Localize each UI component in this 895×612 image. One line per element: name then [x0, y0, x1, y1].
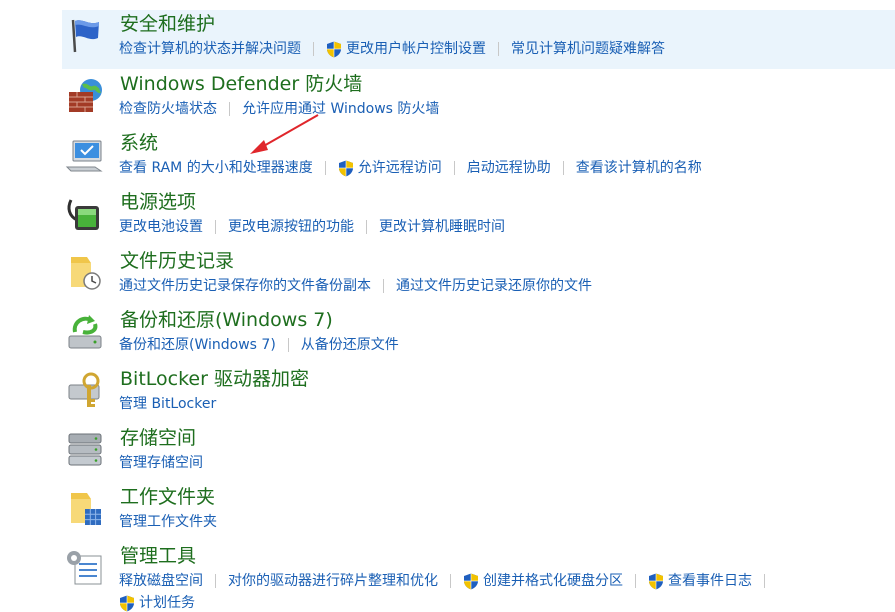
link-divider — [764, 574, 765, 588]
category-links: 管理 BitLocker — [119, 395, 216, 413]
link-divider — [229, 102, 230, 116]
link-check-firewall-status[interactable]: 检查防火墙状态 — [119, 100, 217, 118]
category-title[interactable]: 文件历史记录 — [120, 249, 234, 273]
uac-shield-icon — [463, 573, 479, 590]
admin-tools-icon — [67, 551, 102, 585]
category-title[interactable]: 备份和还原(Windows 7) — [120, 308, 333, 332]
category-links: 管理工作文件夹 — [119, 513, 217, 531]
link-launch-remote-assistance[interactable]: 启动远程协助 — [467, 159, 551, 177]
link-troubleshooting[interactable]: 常见计算机问题疑难解答 — [511, 40, 665, 58]
link-divider — [562, 161, 564, 175]
category-title[interactable]: 电源选项 — [120, 190, 196, 214]
link-create-format-partitions[interactable]: 创建并格式化硬盘分区 — [463, 572, 623, 590]
category-links-wrapped: 计划任务 — [119, 594, 195, 612]
link-manage-bitlocker[interactable]: 管理 BitLocker — [119, 395, 216, 413]
uac-shield-icon — [326, 41, 342, 58]
security-maintenance-flag-icon — [71, 19, 99, 53]
category-links: 检查计算机的状态并解决问题 更改用户帐户控制设置 常见计算机问题疑难解答 — [119, 40, 665, 58]
link-allow-remote-access[interactable]: 允许远程访问 — [338, 159, 442, 177]
link-allow-app-firewall[interactable]: 允许应用通过 Windows 防火墙 — [242, 100, 439, 118]
link-change-uac-settings[interactable]: 更改用户帐户控制设置 — [326, 40, 486, 58]
link-divider — [287, 338, 289, 352]
link-manage-storage-spaces[interactable]: 管理存储空间 — [119, 454, 203, 472]
link-manage-work-folders[interactable]: 管理工作文件夹 — [119, 513, 217, 531]
category-title[interactable]: BitLocker 驱动器加密 — [120, 367, 309, 391]
link-label: 计划任务 — [139, 595, 195, 611]
link-label: 查看事件日志 — [668, 573, 752, 589]
category-power-options: 电源选项 更改电池设置 更改电源按钮的功能 更改计算机睡眠时间 — [62, 188, 895, 247]
link-restore-from-backup[interactable]: 从备份还原文件 — [301, 336, 399, 354]
link-view-computer-name[interactable]: 查看该计算机的名称 — [576, 159, 702, 177]
category-title[interactable]: 管理工具 — [120, 544, 196, 568]
link-divider — [450, 574, 451, 588]
backup-restore-drive-icon — [68, 315, 102, 349]
control-panel-system-and-security: { "items": [ {"title": "安全和维护", "links":… — [0, 0, 895, 611]
category-title[interactable]: 系统 — [120, 131, 158, 155]
link-free-disk-space[interactable]: 释放磁盘空间 — [119, 572, 203, 590]
category-links: 释放磁盘空间 对你的驱动器进行碎片整理和优化 创建并格式化硬盘分区 查看事件日志 — [119, 572, 777, 590]
link-view-event-logs[interactable]: 查看事件日志 — [648, 572, 752, 590]
category-bitlocker: BitLocker 驱动器加密 管理 BitLocker — [62, 365, 895, 424]
category-title[interactable]: Windows Defender 防火墙 — [120, 72, 362, 96]
link-save-backup-copies[interactable]: 通过文件历史记录保存你的文件备份副本 — [119, 277, 371, 295]
link-change-sleep-time[interactable]: 更改计算机睡眠时间 — [379, 218, 505, 236]
category-links: 查看 RAM 的大小和处理器速度 允许远程访问 启动远程协助 查看该计算机的名称 — [119, 159, 702, 177]
category-links: 通过文件历史记录保存你的文件备份副本 通过文件历史记录还原你的文件 — [119, 277, 592, 295]
link-divider — [215, 220, 216, 234]
category-system: 系统 查看 RAM 的大小和处理器速度 允许远程访问 启动远程协助 查看该计算机… — [62, 129, 895, 188]
link-divider — [324, 161, 326, 175]
category-links: 检查防火墙状态 允许应用通过 Windows 防火墙 — [119, 100, 439, 118]
work-folders-icon — [71, 493, 101, 525]
link-divider — [215, 574, 216, 588]
link-view-ram-processor[interactable]: 查看 RAM 的大小和处理器速度 — [119, 159, 313, 177]
link-backup-restore-win7[interactable]: 备份和还原(Windows 7) — [119, 336, 276, 354]
link-restore-files[interactable]: 通过文件历史记录还原你的文件 — [396, 277, 592, 295]
link-label: 创建并格式化硬盘分区 — [483, 573, 623, 589]
link-schedule-tasks[interactable]: 计划任务 — [119, 594, 195, 612]
category-links: 备份和还原(Windows 7) 从备份还原文件 — [119, 336, 399, 354]
link-change-power-buttons[interactable]: 更改电源按钮的功能 — [228, 218, 354, 236]
uac-shield-icon — [648, 573, 664, 590]
category-admin-tools: 管理工具 释放磁盘空间 对你的驱动器进行碎片整理和优化 创建并格式化硬盘分区 查… — [62, 542, 895, 611]
category-title[interactable]: 工作文件夹 — [120, 485, 215, 509]
link-divider — [635, 574, 636, 588]
link-defragment-optimize[interactable]: 对你的驱动器进行碎片整理和优化 — [228, 572, 438, 590]
category-security-maintenance: 安全和维护 检查计算机的状态并解决问题 更改用户帐户控制设置 常见计算机问题疑难… — [62, 10, 895, 69]
link-label: 更改用户帐户控制设置 — [346, 41, 486, 57]
category-storage-spaces: 存储空间 管理存储空间 — [62, 424, 895, 483]
link-label: 允许远程访问 — [357, 160, 442, 176]
category-title[interactable]: 安全和维护 — [120, 12, 215, 36]
link-change-battery-settings[interactable]: 更改电池设置 — [119, 218, 203, 236]
file-history-folder-clock-icon — [71, 257, 101, 290]
system-monitor-icon — [65, 140, 103, 172]
category-file-history: 文件历史记录 通过文件历史记录保存你的文件备份副本 通过文件历史记录还原你的文件 — [62, 247, 895, 306]
link-divider — [313, 42, 314, 56]
category-links: 更改电池设置 更改电源按钮的功能 更改计算机睡眠时间 — [119, 218, 505, 236]
category-work-folders: 工作文件夹 管理工作文件夹 — [62, 483, 895, 542]
uac-shield-icon — [119, 595, 135, 612]
firewall-brick-globe-icon — [69, 79, 102, 112]
power-battery-icon — [67, 199, 99, 230]
link-check-computer-status[interactable]: 检查计算机的状态并解决问题 — [119, 40, 301, 58]
bitlocker-drive-key-icon — [68, 372, 100, 407]
link-divider — [498, 42, 499, 56]
category-title[interactable]: 存储空间 — [120, 426, 196, 450]
link-divider — [383, 279, 384, 293]
link-divider — [453, 161, 455, 175]
category-firewall: Windows Defender 防火墙 检查防火墙状态 允许应用通过 Wind… — [62, 70, 895, 129]
link-divider — [366, 220, 367, 234]
storage-spaces-drives-icon — [68, 433, 102, 466]
uac-shield-icon — [338, 160, 354, 177]
category-links: 管理存储空间 — [119, 454, 203, 472]
category-backup-restore: 备份和还原(Windows 7) 备份和还原(Windows 7) 从备份还原文… — [62, 306, 895, 365]
